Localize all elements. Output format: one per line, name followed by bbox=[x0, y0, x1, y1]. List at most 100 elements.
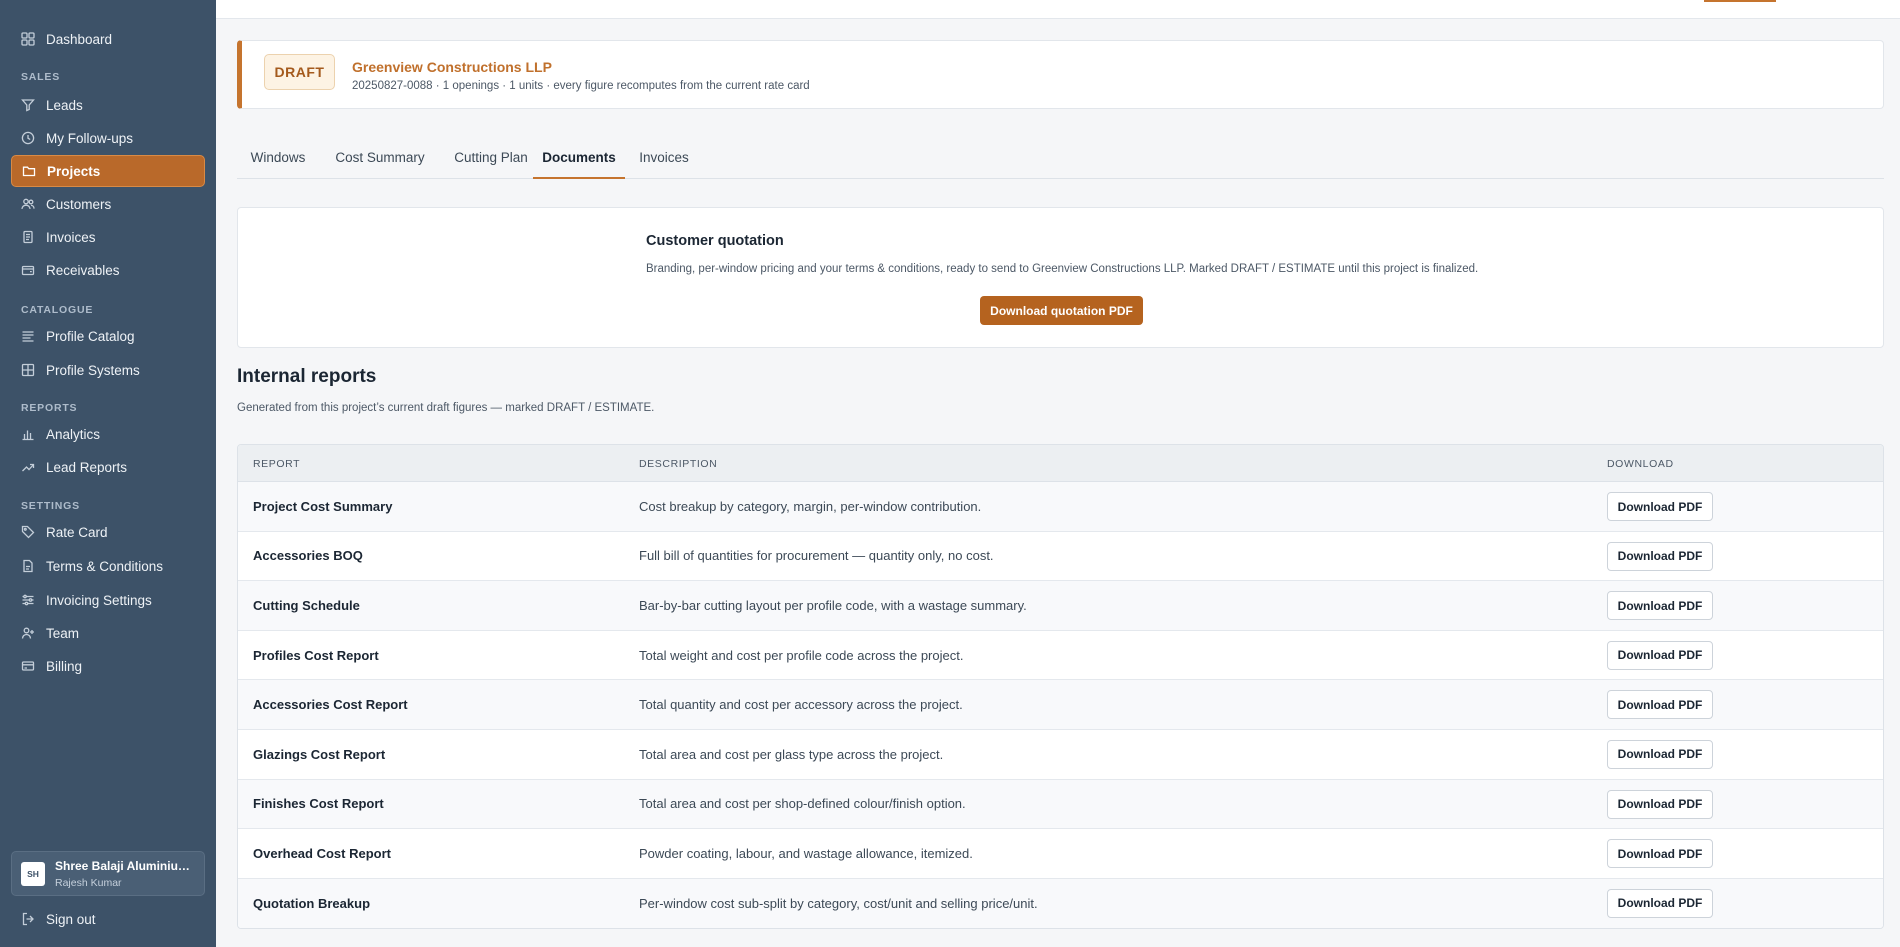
sidebar-item-rate-card[interactable]: Rate Card bbox=[11, 517, 205, 547]
column-header-download: DOWNLOAD bbox=[1607, 457, 1674, 470]
sidebar-item-profile-catalog[interactable]: Profile Catalog bbox=[11, 321, 205, 351]
sidebar-item-label: Profile Catalog bbox=[46, 328, 135, 344]
report-name: Profiles Cost Report bbox=[253, 647, 379, 663]
section-sales: SALES bbox=[21, 71, 61, 83]
report-description: Per-window cost sub-split by category, c… bbox=[639, 896, 1038, 912]
table-row: Finishes Cost Report Total area and cost… bbox=[238, 779, 1883, 830]
sliders-icon bbox=[21, 593, 35, 607]
report-description: Total area and cost per shop-defined col… bbox=[639, 796, 966, 812]
download-quotation-button[interactable]: Download quotation PDF bbox=[980, 296, 1143, 325]
sidebar-item-label: Leads bbox=[46, 97, 83, 113]
report-description: Total quantity and cost per accessory ac… bbox=[639, 697, 963, 713]
download-pdf-button[interactable]: Download PDF bbox=[1607, 888, 1713, 918]
column-header-description: DESCRIPTION bbox=[639, 457, 718, 470]
sign-out-button[interactable]: Sign out bbox=[11, 904, 205, 934]
users-icon bbox=[21, 197, 35, 211]
user-plus-icon bbox=[21, 626, 35, 640]
grid-icon bbox=[21, 32, 35, 46]
report-description: Cost breakup by category, margin, per-wi… bbox=[639, 498, 982, 514]
report-name: Glazings Cost Report bbox=[253, 746, 386, 762]
sidebar-item-label: Lead Reports bbox=[46, 459, 128, 475]
quotation-title: Customer quotation bbox=[646, 233, 784, 249]
window-icon bbox=[21, 363, 35, 377]
tag-icon bbox=[21, 525, 35, 539]
org-switcher[interactable]: SH Shree Balaji Aluminiu… Rajesh Kumar bbox=[11, 851, 205, 896]
sidebar-item-label: Sign out bbox=[46, 911, 96, 927]
top-action-accent[interactable] bbox=[1704, 0, 1776, 2]
section-settings: SETTINGS bbox=[21, 500, 80, 512]
layers-icon bbox=[21, 329, 35, 343]
sidebar-item-label: Analytics bbox=[46, 426, 101, 442]
download-pdf-button[interactable]: Download PDF bbox=[1607, 839, 1713, 869]
report-description: Total weight and cost per profile code a… bbox=[639, 647, 964, 663]
status-badge: DRAFT bbox=[264, 54, 335, 90]
filter-icon bbox=[21, 98, 35, 112]
sidebar-item-invoices[interactable]: Invoices bbox=[11, 222, 205, 252]
internal-reports-heading: Internal reports bbox=[237, 366, 377, 387]
project-meta: 20250827-0088 · 1 openings · 1 units · e… bbox=[352, 80, 810, 92]
report-description: Powder coating, labour, and wastage allo… bbox=[639, 845, 973, 861]
tab-windows[interactable]: Windows bbox=[248, 147, 308, 179]
table-row: Overhead Cost Report Powder coating, lab… bbox=[238, 829, 1883, 879]
sidebar-item-lead-reports[interactable]: Lead Reports bbox=[11, 452, 205, 482]
report-description: Full bill of quantities for procurement … bbox=[639, 548, 994, 564]
sidebar-item-label: Dashboard bbox=[46, 31, 113, 47]
sidebar-item-customers[interactable]: Customers bbox=[11, 189, 205, 219]
sidebar-item-receivables[interactable]: Receivables bbox=[11, 255, 205, 285]
report-name: Quotation Breakup bbox=[253, 896, 371, 912]
download-pdf-button[interactable]: Download PDF bbox=[1607, 492, 1713, 521]
download-pdf-button[interactable]: Download PDF bbox=[1607, 789, 1713, 819]
sidebar-item-followups[interactable]: My Follow-ups bbox=[11, 123, 205, 153]
user-name: Rajesh Kumar bbox=[55, 876, 122, 889]
sidebar-item-label: Rate Card bbox=[46, 524, 108, 540]
project-banner: DRAFT Greenview Constructions LLP 202508… bbox=[237, 40, 1884, 109]
sidebar-item-label: Receivables bbox=[46, 262, 120, 278]
clock-icon bbox=[21, 131, 35, 145]
report-name: Cutting Schedule bbox=[253, 597, 360, 613]
download-pdf-button[interactable]: Download PDF bbox=[1607, 541, 1713, 571]
download-pdf-button[interactable]: Download PDF bbox=[1607, 739, 1713, 769]
tab-cutting-plan[interactable]: Cutting Plan bbox=[444, 147, 538, 179]
sidebar-item-terms[interactable]: Terms & Conditions bbox=[11, 551, 205, 581]
sidebar-item-label: Team bbox=[46, 625, 80, 641]
report-name: Accessories BOQ bbox=[253, 548, 363, 564]
report-name: Accessories Cost Report bbox=[253, 697, 408, 713]
download-pdf-button[interactable]: Download PDF bbox=[1607, 690, 1713, 720]
internal-reports-subtitle: Generated from this project’s current dr… bbox=[237, 402, 655, 414]
sidebar-item-label: Projects bbox=[47, 163, 101, 179]
sidebar-item-projects[interactable]: Projects bbox=[11, 155, 205, 187]
org-name: Shree Balaji Aluminiu… bbox=[55, 858, 190, 873]
sidebar-item-invoicing-settings[interactable]: Invoicing Settings bbox=[11, 585, 205, 615]
download-pdf-button[interactable]: Download PDF bbox=[1607, 591, 1713, 621]
logout-icon bbox=[21, 912, 35, 926]
table-row: Profiles Cost Report Total weight and co… bbox=[238, 631, 1883, 681]
tab-invoices[interactable]: Invoices bbox=[635, 147, 693, 179]
avatar: SH bbox=[21, 861, 45, 886]
sidebar-item-team[interactable]: Team bbox=[11, 618, 205, 648]
sidebar-item-analytics[interactable]: Analytics bbox=[11, 419, 205, 449]
sidebar-item-label: Profile Systems bbox=[46, 362, 140, 378]
receipt-icon bbox=[21, 230, 35, 244]
sidebar-item-profile-systems[interactable]: Profile Systems bbox=[11, 355, 205, 385]
tab-cost-summary[interactable]: Cost Summary bbox=[328, 147, 432, 179]
table-row: Accessories BOQ Full bill of quantities … bbox=[238, 532, 1883, 582]
table-row: Glazings Cost Report Total area and cost… bbox=[238, 730, 1883, 780]
folder-icon bbox=[22, 164, 36, 178]
download-pdf-button[interactable]: Download PDF bbox=[1607, 640, 1713, 670]
client-name-link[interactable]: Greenview Constructions LLP bbox=[352, 59, 552, 75]
sidebar-item-label: Invoicing Settings bbox=[46, 592, 152, 608]
tab-documents[interactable]: Documents bbox=[533, 147, 625, 179]
section-reports: REPORTS bbox=[21, 402, 78, 414]
table-header: REPORT DESCRIPTION DOWNLOAD bbox=[238, 445, 1883, 482]
sidebar-item-dashboard[interactable]: Dashboard bbox=[11, 24, 205, 54]
report-description: Total area and cost per glass type acros… bbox=[639, 746, 944, 762]
sidebar-item-billing[interactable]: Billing bbox=[11, 651, 205, 681]
project-tabs: Windows Cost Summary Cutting Plan Docume… bbox=[237, 147, 1884, 179]
top-bar bbox=[216, 0, 1900, 19]
report-name: Project Cost Summary bbox=[253, 498, 393, 514]
card-icon bbox=[21, 659, 35, 673]
table-row: Accessories Cost Report Total quantity a… bbox=[238, 680, 1883, 730]
sidebar-item-leads[interactable]: Leads bbox=[11, 90, 205, 120]
customer-quotation-card: Customer quotation Branding, per-window … bbox=[237, 207, 1884, 348]
sidebar: Dashboard SALES Leads My Follow-ups Proj… bbox=[0, 0, 216, 947]
